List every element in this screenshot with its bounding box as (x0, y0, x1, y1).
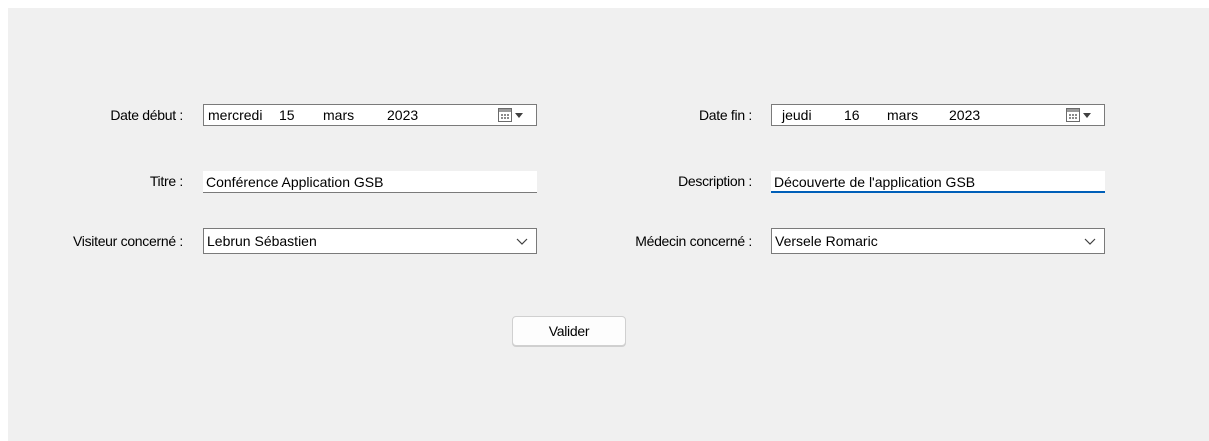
medecin-combobox[interactable]: Versele Romaric (771, 228, 1105, 254)
date-debut-weekday[interactable]: mercredi (208, 105, 262, 125)
chevron-down-icon[interactable] (1084, 237, 1096, 247)
date-fin-year[interactable]: 2023 (949, 105, 980, 125)
event-form: Date début : mercredi 15 mars 2023 Date … (8, 8, 1209, 441)
date-fin-picker[interactable]: jeudi 16 mars 2023 (771, 104, 1105, 126)
visiteur-selected: Lebrun Sébastien (207, 233, 317, 249)
titre-input[interactable]: Conférence Application GSB (203, 171, 537, 193)
date-debut-picker[interactable]: mercredi 15 mars 2023 (203, 104, 537, 126)
visiteur-label: Visiteur concerné : (73, 233, 183, 249)
date-debut-month[interactable]: mars (323, 105, 354, 125)
date-fin-label: Date fin : (698, 107, 752, 123)
date-fin-month[interactable]: mars (887, 105, 918, 125)
visiteur-combobox[interactable]: Lebrun Sébastien (203, 228, 537, 254)
chevron-down-icon[interactable] (516, 237, 528, 247)
date-debut-year[interactable]: 2023 (387, 105, 418, 125)
date-debut-day[interactable]: 15 (279, 105, 295, 125)
titre-label: Titre : (149, 173, 183, 189)
calendar-dropdown-icon[interactable] (1066, 108, 1098, 122)
calendar-dropdown-icon[interactable] (498, 108, 530, 122)
description-input[interactable]: Découverte de l'application GSB (771, 171, 1105, 193)
date-debut-label: Date début : (110, 107, 183, 123)
medecin-selected: Versele Romaric (775, 233, 878, 249)
date-fin-weekday[interactable]: jeudi (782, 105, 812, 125)
description-label: Description : (678, 173, 752, 189)
date-fin-day[interactable]: 16 (844, 105, 860, 125)
valider-button[interactable]: Valider (512, 316, 626, 346)
medecin-label: Médecin concerné : (635, 233, 752, 249)
